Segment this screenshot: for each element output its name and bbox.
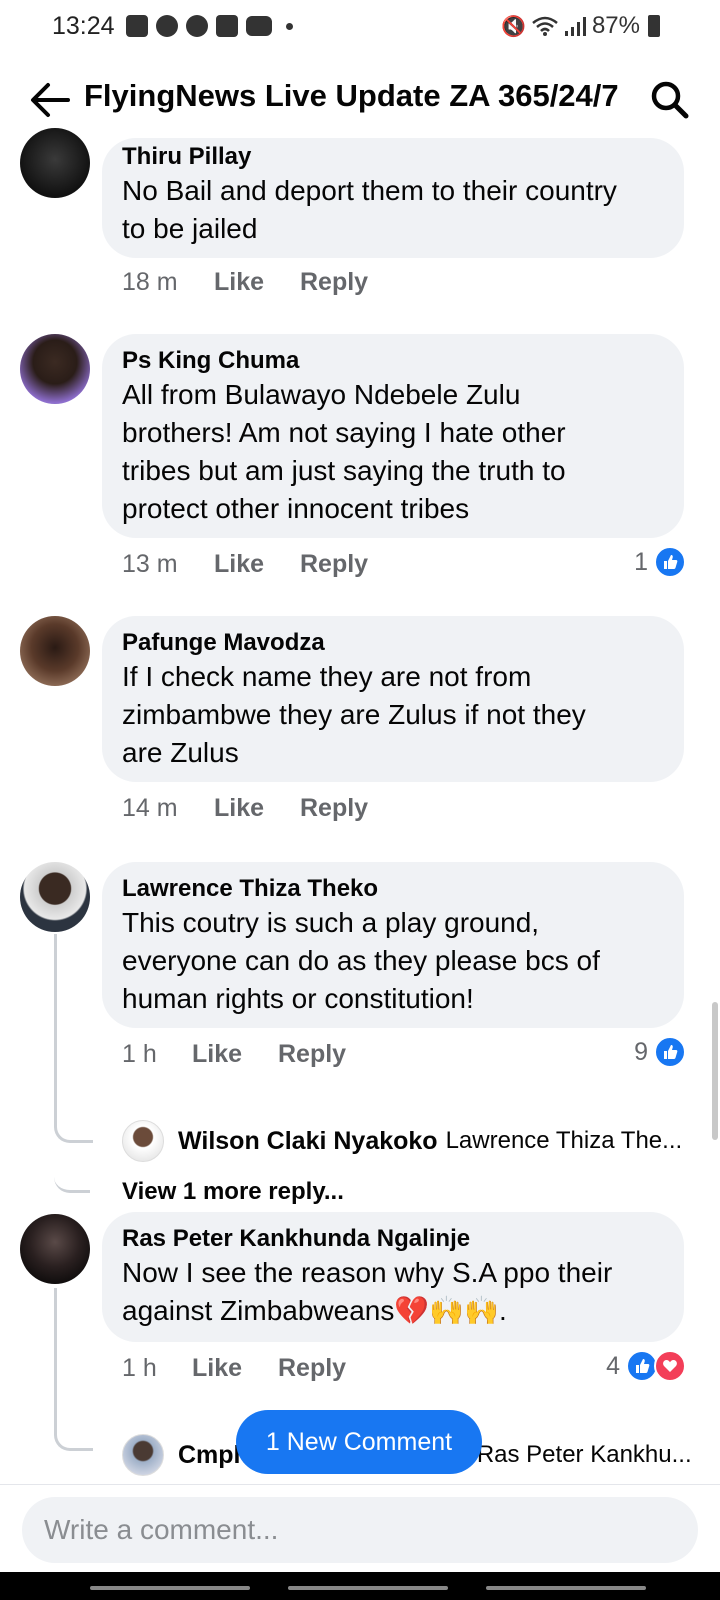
scrollbar[interactable] (712, 1002, 718, 1140)
reply-button[interactable]: Reply (300, 794, 368, 823)
download-icon (216, 15, 238, 37)
like-button[interactable]: Like (192, 1354, 278, 1383)
facebook-icon (156, 15, 178, 37)
notification-icons (126, 15, 293, 37)
comment-timestamp: 1 h (122, 1040, 157, 1068)
battery-percentage: 87% (591, 12, 640, 39)
reply-preview[interactable]: Wilson Claki Nyakoko Lawrence Thiza The.… (122, 1120, 682, 1162)
comment-text-line: against Zimbabweans💔🙌🙌. (122, 1295, 507, 1326)
reaction-summary[interactable]: 9 (634, 1036, 686, 1068)
thread-line (54, 934, 57, 1094)
comment-text-line: everyone can do as they please bcs of (122, 945, 600, 976)
comment-actions: 1 h Like Reply (122, 1040, 346, 1069)
comment-text-line: human rights or constitution! (122, 983, 474, 1014)
comment-text-line: protect other innocent tribes (122, 493, 470, 524)
reply-button[interactable]: Reply (300, 550, 368, 579)
new-comment-button[interactable]: 1 New Comment (236, 1410, 482, 1474)
commenter-name[interactable]: Ras Peter Kankhunda Ngalinje (122, 1224, 662, 1254)
avatar[interactable] (20, 334, 90, 404)
reaction-count: 4 (606, 1351, 620, 1380)
youtube-icon (246, 16, 272, 36)
comment-timestamp: 1 h (122, 1354, 157, 1382)
comment-actions: 18 m Like Reply (122, 268, 368, 297)
thread-line (54, 1288, 57, 1408)
search-icon[interactable] (650, 80, 690, 120)
app-header: FlyingNews Live Update ZA 365/24/7 (0, 62, 720, 134)
nav-recent-gesture[interactable] (90, 1586, 250, 1590)
reaction-summary[interactable]: 4 (606, 1350, 686, 1382)
nav-home-gesture[interactable] (288, 1586, 448, 1590)
avatar[interactable] (20, 128, 90, 198)
system-navigation-bar (0, 1572, 720, 1600)
commenter-name[interactable]: Thiru Pillay (122, 142, 662, 172)
comment-text-line: If I check name they are not from (122, 661, 532, 692)
mute-icon: 🔇 (501, 15, 526, 38)
back-arrow-icon[interactable] (28, 80, 72, 120)
comment-input[interactable]: Write a comment... (22, 1497, 698, 1563)
love-reaction-icon (654, 1350, 686, 1382)
wifi-icon (532, 16, 558, 36)
comment-text-line: brothers! Am not saying I hate other (122, 417, 566, 448)
reply-snippet: Lawrence Thiza The... (445, 1127, 683, 1154)
system-status: 🔇 87% (501, 12, 660, 40)
comment-bubble[interactable]: Thiru Pillay No Bail and deport them to … (102, 138, 684, 258)
like-reaction-icon (654, 1036, 686, 1068)
comment-text-line: This coutry is such a play ground, (122, 907, 540, 938)
like-button[interactable]: Like (214, 550, 300, 579)
reply-author-name[interactable]: Wilson Claki Nyakoko (178, 1127, 438, 1156)
comment-actions: 14 m Like Reply (122, 794, 368, 823)
like-button[interactable]: Like (214, 794, 300, 823)
avatar[interactable] (122, 1120, 164, 1162)
comment-timestamp: 14 m (122, 794, 178, 822)
reply-button[interactable]: Reply (278, 1040, 346, 1069)
thread-connector (54, 1408, 93, 1451)
reply-snippet: Ras Peter Kankhu... (476, 1441, 692, 1468)
reply-button[interactable]: Reply (300, 268, 368, 297)
nav-back-gesture[interactable] (486, 1586, 646, 1590)
comment-bubble[interactable]: Pafunge Mavodza If I check name they are… (102, 616, 684, 782)
reaction-count: 9 (634, 1037, 648, 1066)
like-reaction-icon (654, 546, 686, 578)
comment-actions: 1 h Like Reply (122, 1354, 346, 1383)
commenter-name[interactable]: Pafunge Mavodza (122, 628, 662, 658)
comment-bubble[interactable]: Lawrence Thiza Theko This coutry is such… (102, 862, 684, 1028)
comment-text-line: All from Bulawayo Ndebele Zulu (122, 379, 521, 410)
battery-icon (648, 15, 660, 37)
reaction-count: 1 (634, 547, 648, 576)
comment-text-line: Now I see the reason why S.A ppo their (122, 1257, 613, 1288)
status-time: 13:24 (52, 12, 115, 40)
page-title: FlyingNews Live Update ZA 365/24/7 (84, 78, 619, 113)
view-more-replies-link[interactable]: View 1 more reply... (122, 1178, 344, 1206)
reaction-summary[interactable]: 1 (634, 546, 686, 578)
comment-text-line: tribes but am just saying the truth to (122, 455, 566, 486)
comment-text-line: to be jailed (122, 213, 258, 244)
thread-connector (54, 1120, 90, 1193)
status-bar: 13:24 🔇 87% (0, 0, 720, 56)
comment-text-line: zimbambwe they are Zulus if not they (122, 699, 586, 730)
comment-text-line: are Zulus (122, 737, 239, 768)
comment-composer-bar: Write a comment... (0, 1484, 720, 1573)
comment-actions: 13 m Like Reply (122, 550, 368, 579)
avatar[interactable] (20, 616, 90, 686)
like-button[interactable]: Like (214, 268, 300, 297)
commenter-name[interactable]: Ps King Chuma (122, 346, 662, 376)
signal-icon (564, 17, 586, 36)
comment-text-line: No Bail and deport them to their country (122, 175, 617, 206)
like-button[interactable]: Like (192, 1040, 278, 1069)
avatar[interactable] (20, 1214, 90, 1284)
facebook-icon (186, 15, 208, 37)
comment-bubble[interactable]: Ps King Chuma All from Bulawayo Ndebele … (102, 334, 684, 538)
avatar[interactable] (20, 862, 90, 932)
message-icon (126, 15, 148, 37)
avatar[interactable] (122, 1434, 164, 1476)
commenter-name[interactable]: Lawrence Thiza Theko (122, 874, 662, 904)
reply-button[interactable]: Reply (278, 1354, 346, 1383)
more-notifications-dot (286, 22, 293, 30)
comment-timestamp: 13 m (122, 550, 178, 578)
comment-bubble[interactable]: Ras Peter Kankhunda Ngalinje Now I see t… (102, 1212, 684, 1342)
comment-timestamp: 18 m (122, 268, 178, 296)
